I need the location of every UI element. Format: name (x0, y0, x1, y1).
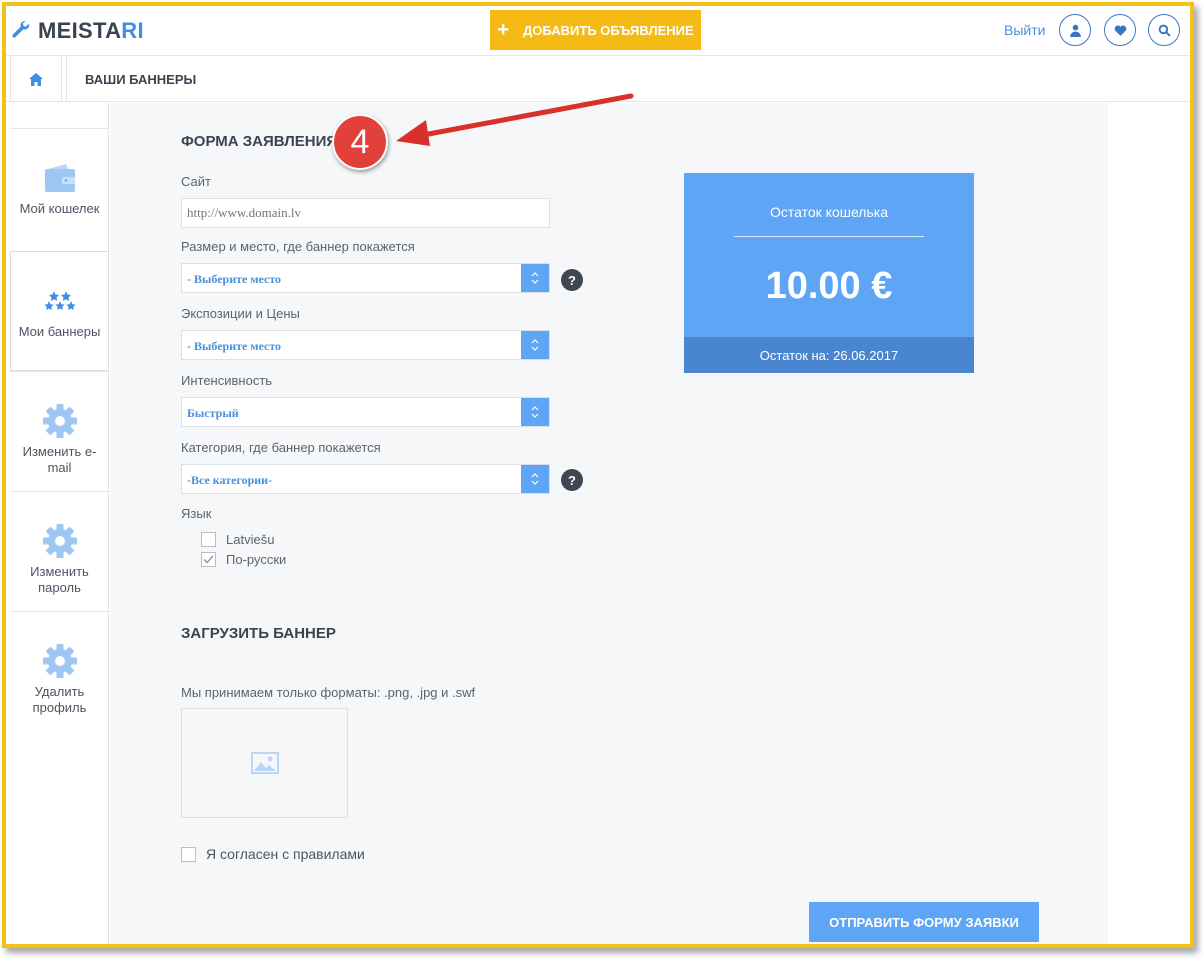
checkbox[interactable] (201, 532, 216, 547)
plus-icon: + (497, 19, 510, 41)
checkmark-icon (203, 555, 214, 564)
category-select[interactable]: -Все категории- (181, 464, 550, 494)
select-arrows-icon (521, 264, 549, 292)
wallet-icon (44, 164, 75, 192)
sidebar-item-wallet[interactable]: Мой кошелек (10, 128, 109, 248)
sidebar-item-label: Изменить пароль (30, 564, 89, 595)
gear-icon (42, 644, 77, 678)
size-help-icon[interactable]: ? (561, 269, 583, 291)
language-label: Язык (181, 506, 212, 521)
agree-terms[interactable]: Я согласен с правилами (181, 846, 365, 862)
intensity-select[interactable]: Быстрый (181, 397, 550, 427)
size-select[interactable]: - Выберите место (181, 263, 550, 293)
expo-select-value: - Выберите место (187, 339, 282, 353)
wallet-balance-card: Остаток кошелька 10.00 € Остаток на: 26.… (684, 173, 974, 373)
category-label: Категория, где баннер покажется (181, 440, 381, 455)
home-button[interactable] (10, 56, 62, 102)
home-icon (29, 72, 43, 86)
sidebar-item-delete-profile[interactable]: Удалить профиль (10, 611, 109, 731)
user-button[interactable] (1059, 14, 1091, 46)
select-arrows-icon (521, 331, 549, 359)
expo-label: Экспозиции и Цены (181, 306, 300, 321)
upload-title: ЗАГРУЗИТЬ БАННЕР (181, 625, 336, 642)
checkbox-label: По-русски (226, 552, 287, 567)
stars-icon (44, 291, 75, 310)
sidebar-item-label: Мой кошелек (19, 201, 100, 216)
sidebar-item-change-email[interactable]: Изменить e-mail (10, 371, 109, 491)
wallet-amount: 10.00 € (765, 265, 893, 307)
sidebar-item-banners[interactable]: Мои баннеры (10, 251, 109, 371)
checkbox-checked[interactable] (201, 552, 216, 567)
user-icon (1069, 24, 1081, 37)
checkbox[interactable] (181, 846, 196, 862)
language-option-russian[interactable]: По-русски (201, 552, 286, 567)
expo-select[interactable]: - Выберите место (181, 330, 550, 360)
category-select-value: -Все категории- (187, 473, 273, 487)
checkbox-label: Latviešu (226, 532, 275, 547)
add-listing-label: ДОБАВИТЬ ОБЪЯВЛЕНИЕ (523, 22, 694, 38)
divider (734, 236, 924, 237)
search-icon (1158, 24, 1171, 37)
wallet-title: Остаток кошелька (770, 204, 888, 220)
sidebar-item-change-password[interactable]: Изменить пароль (10, 491, 109, 611)
size-label: Размер и место, где баннер покажется (181, 239, 415, 254)
intensity-label: Интенсивность (181, 373, 273, 388)
image-placeholder-icon (250, 752, 279, 774)
favorites-button[interactable] (1104, 14, 1136, 46)
add-listing-button[interactable]: + ДОБАВИТЬ ОБЪЯВЛЕНИЕ (490, 10, 701, 50)
page-title: ВАШИ БАННЕРЫ (66, 56, 196, 102)
banner-upload-area[interactable] (181, 708, 348, 818)
size-select-value: - Выберите место (187, 272, 282, 286)
sidebar: Мой кошелек Мои баннеры Изменить e-mail … (6, 103, 109, 944)
gear-icon (42, 404, 77, 438)
sidebar-item-label: Изменить e-mail (22, 444, 97, 475)
annotation-badge: 4 (332, 114, 388, 170)
top-header: MEISTARI + ДОБАВИТЬ ОБЪЯВЛЕНИЕ Выйти (6, 6, 1190, 56)
logo[interactable]: MEISTARI (10, 18, 144, 44)
select-arrows-icon (521, 465, 549, 493)
submit-button[interactable]: ОТПРАВИТЬ ФОРМУ ЗАЯВКИ (809, 902, 1039, 942)
gear-icon (42, 524, 77, 558)
category-help-icon[interactable]: ? (561, 469, 583, 491)
language-option-latvian[interactable]: Latviešu (201, 532, 274, 547)
search-button[interactable] (1148, 14, 1180, 46)
sidebar-item-label: Удалить профиль (32, 684, 87, 715)
logout-link[interactable]: Выйти (1004, 22, 1045, 38)
checkbox-label: Я согласен с правилами (206, 846, 365, 862)
app-window: MEISTARI + ДОБАВИТЬ ОБЪЯВЛЕНИЕ Выйти ВАШ… (2, 2, 1194, 948)
form-title: ФОРМА ЗАЯВЛЕНИЯ (181, 133, 338, 150)
select-arrows-icon (521, 398, 549, 426)
formats-text: Мы принимаем только форматы: .png, .jpg … (181, 685, 476, 700)
sidebar-item-label: Мои баннеры (18, 324, 101, 339)
site-label: Сайт (181, 174, 211, 189)
heart-icon (1114, 24, 1126, 36)
intensity-select-value: Быстрый (187, 406, 239, 420)
wallet-date: Остаток на: 26.06.2017 (684, 337, 974, 373)
main-content: ФОРМА ЗАЯВЛЕНИЯ Сайт Размер и место, где… (110, 103, 1108, 944)
annotation-arrow-icon (396, 93, 634, 146)
logo-text: MEISTARI (38, 18, 144, 43)
site-input[interactable] (181, 198, 550, 228)
wrench-icon (12, 20, 30, 38)
